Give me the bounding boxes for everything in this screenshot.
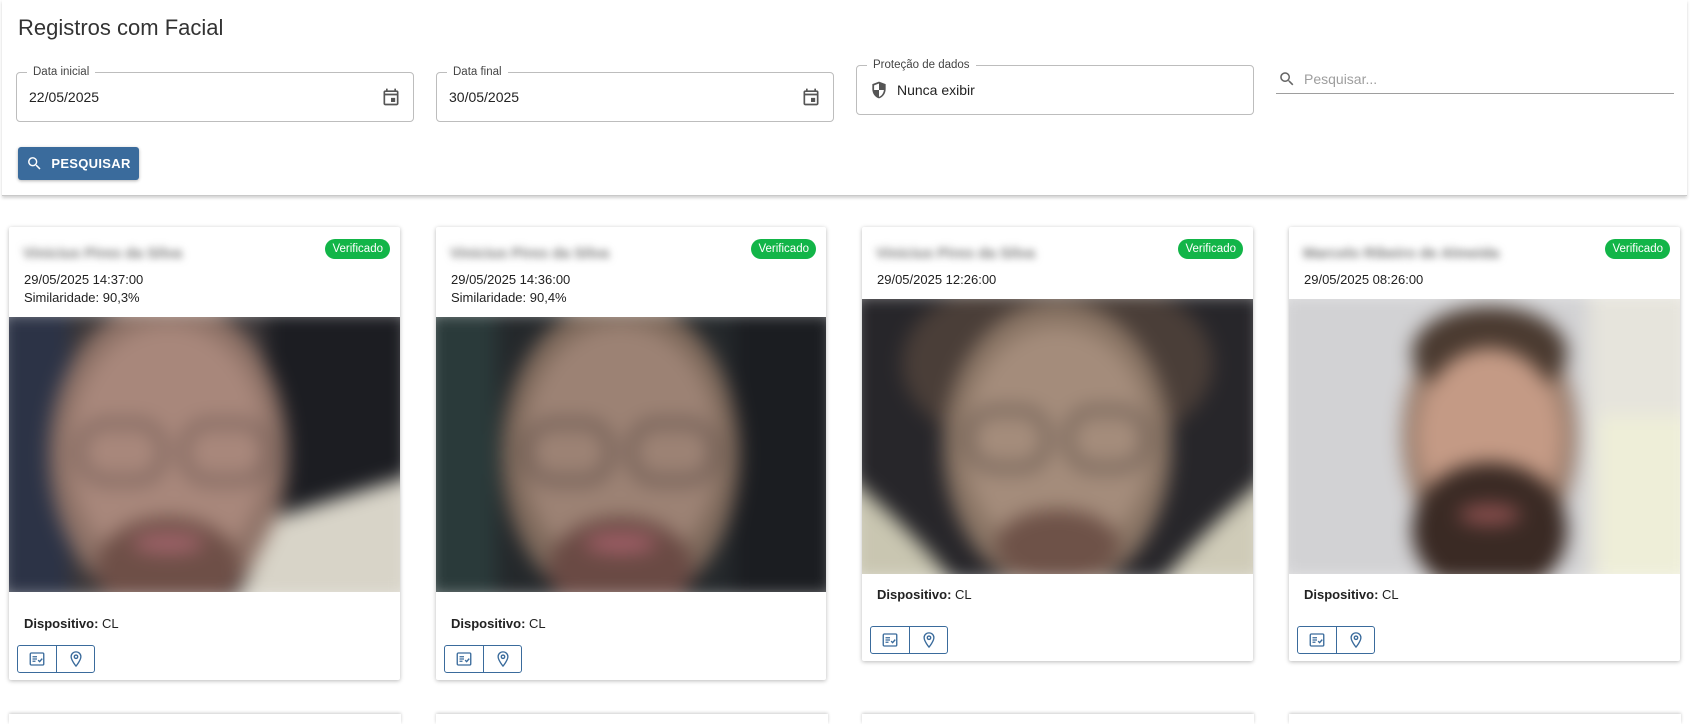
device-value: CL — [529, 616, 546, 631]
filters-panel: Registros com Facial Data inicial 22/05/… — [2, 0, 1687, 196]
search-button[interactable]: PESQUISAR — [18, 147, 139, 180]
page-title: Registros com Facial — [18, 15, 224, 40]
privacy-select[interactable]: Proteção de dados Nunca exibir — [856, 58, 1254, 115]
device-info: Dispositivo: CL — [877, 587, 972, 602]
device-value: CL — [1382, 587, 1399, 602]
location-pin-icon — [1349, 632, 1362, 649]
privacy-label: Proteção de dados — [867, 58, 976, 72]
device-value: CL — [102, 616, 119, 631]
device-label: Dispositivo: — [1304, 587, 1379, 602]
checklist-icon — [882, 633, 898, 647]
card-actions — [1297, 626, 1375, 654]
end-date-label: Data final — [447, 65, 508, 79]
person-name: Marcelo Ribeiro de Almeida — [1303, 245, 1500, 262]
record-datetime: 29/05/2025 12:26:00 — [877, 272, 997, 287]
similarity-score: Similaridade: 90,4% — [451, 290, 567, 305]
search-button-label: PESQUISAR — [51, 156, 131, 171]
device-label: Dispositivo: — [877, 587, 952, 602]
record-datetime: 29/05/2025 08:26:00 — [1304, 272, 1424, 287]
privacy-value: Nunca exibir — [897, 82, 975, 98]
record-card: Vinicius Pires da Silva Verificado 29/05… — [436, 227, 826, 680]
record-datetime: 29/05/2025 14:37:00 — [24, 272, 144, 287]
face-photo — [436, 317, 826, 592]
record-card-partial — [436, 714, 828, 724]
search-input[interactable] — [1304, 68, 1664, 90]
end-date-value: 30/05/2025 — [449, 89, 520, 105]
device-label: Dispositivo: — [451, 616, 526, 631]
location-button[interactable] — [909, 627, 947, 653]
record-datetime: 29/05/2025 14:36:00 — [451, 272, 571, 287]
record-card-partial — [862, 714, 1254, 724]
location-pin-icon — [69, 651, 82, 668]
location-pin-icon — [922, 632, 935, 649]
start-date-field[interactable]: Data inicial 22/05/2025 — [16, 65, 414, 122]
person-name: Vinicius Pires da Silva — [876, 245, 1035, 262]
checklist-icon — [456, 652, 472, 666]
start-date-value: 22/05/2025 — [29, 89, 100, 105]
face-photo — [862, 299, 1253, 574]
details-button[interactable] — [871, 627, 909, 653]
search-icon — [28, 157, 41, 170]
end-date-field[interactable]: Data final 30/05/2025 — [436, 65, 834, 122]
card-actions — [444, 645, 522, 673]
details-button[interactable] — [1298, 627, 1336, 653]
search-box[interactable] — [1276, 64, 1674, 94]
start-date-label: Data inicial — [27, 65, 96, 79]
shield-icon — [872, 81, 886, 99]
status-badge: Verificado — [1605, 239, 1670, 259]
search-icon — [1280, 72, 1294, 86]
checklist-icon — [29, 652, 45, 666]
location-button[interactable] — [56, 646, 94, 672]
record-card-partial — [9, 714, 401, 724]
record-card: Marcelo Ribeiro de Almeida Verificado 29… — [1289, 227, 1680, 661]
face-photo — [9, 317, 400, 592]
card-actions — [870, 626, 948, 654]
person-name: Vinicius Pires da Silva — [450, 245, 609, 262]
location-pin-icon — [496, 651, 509, 668]
device-info: Dispositivo: CL — [24, 616, 119, 631]
details-button[interactable] — [18, 646, 56, 672]
device-info: Dispositivo: CL — [1304, 587, 1399, 602]
calendar-icon[interactable] — [801, 87, 821, 107]
device-info: Dispositivo: CL — [451, 616, 546, 631]
checklist-icon — [1309, 633, 1325, 647]
face-photo — [1289, 299, 1680, 574]
record-card: Vinicius Pires da Silva Verificado 29/05… — [862, 227, 1253, 661]
location-button[interactable] — [1336, 627, 1374, 653]
status-badge: Verificado — [1178, 239, 1243, 259]
details-button[interactable] — [445, 646, 483, 672]
status-badge: Verificado — [751, 239, 816, 259]
similarity-score: Similaridade: 90,3% — [24, 290, 140, 305]
location-button[interactable] — [483, 646, 521, 672]
card-actions — [17, 645, 95, 673]
calendar-icon[interactable] — [381, 87, 401, 107]
record-card-partial — [1289, 714, 1681, 724]
device-value: CL — [955, 587, 972, 602]
device-label: Dispositivo: — [24, 616, 99, 631]
status-badge: Verificado — [325, 239, 390, 259]
person-name: Vinicius Pires da Silva — [23, 245, 182, 262]
record-card: Vinicius Pires da Silva Verificado 29/05… — [9, 227, 400, 680]
